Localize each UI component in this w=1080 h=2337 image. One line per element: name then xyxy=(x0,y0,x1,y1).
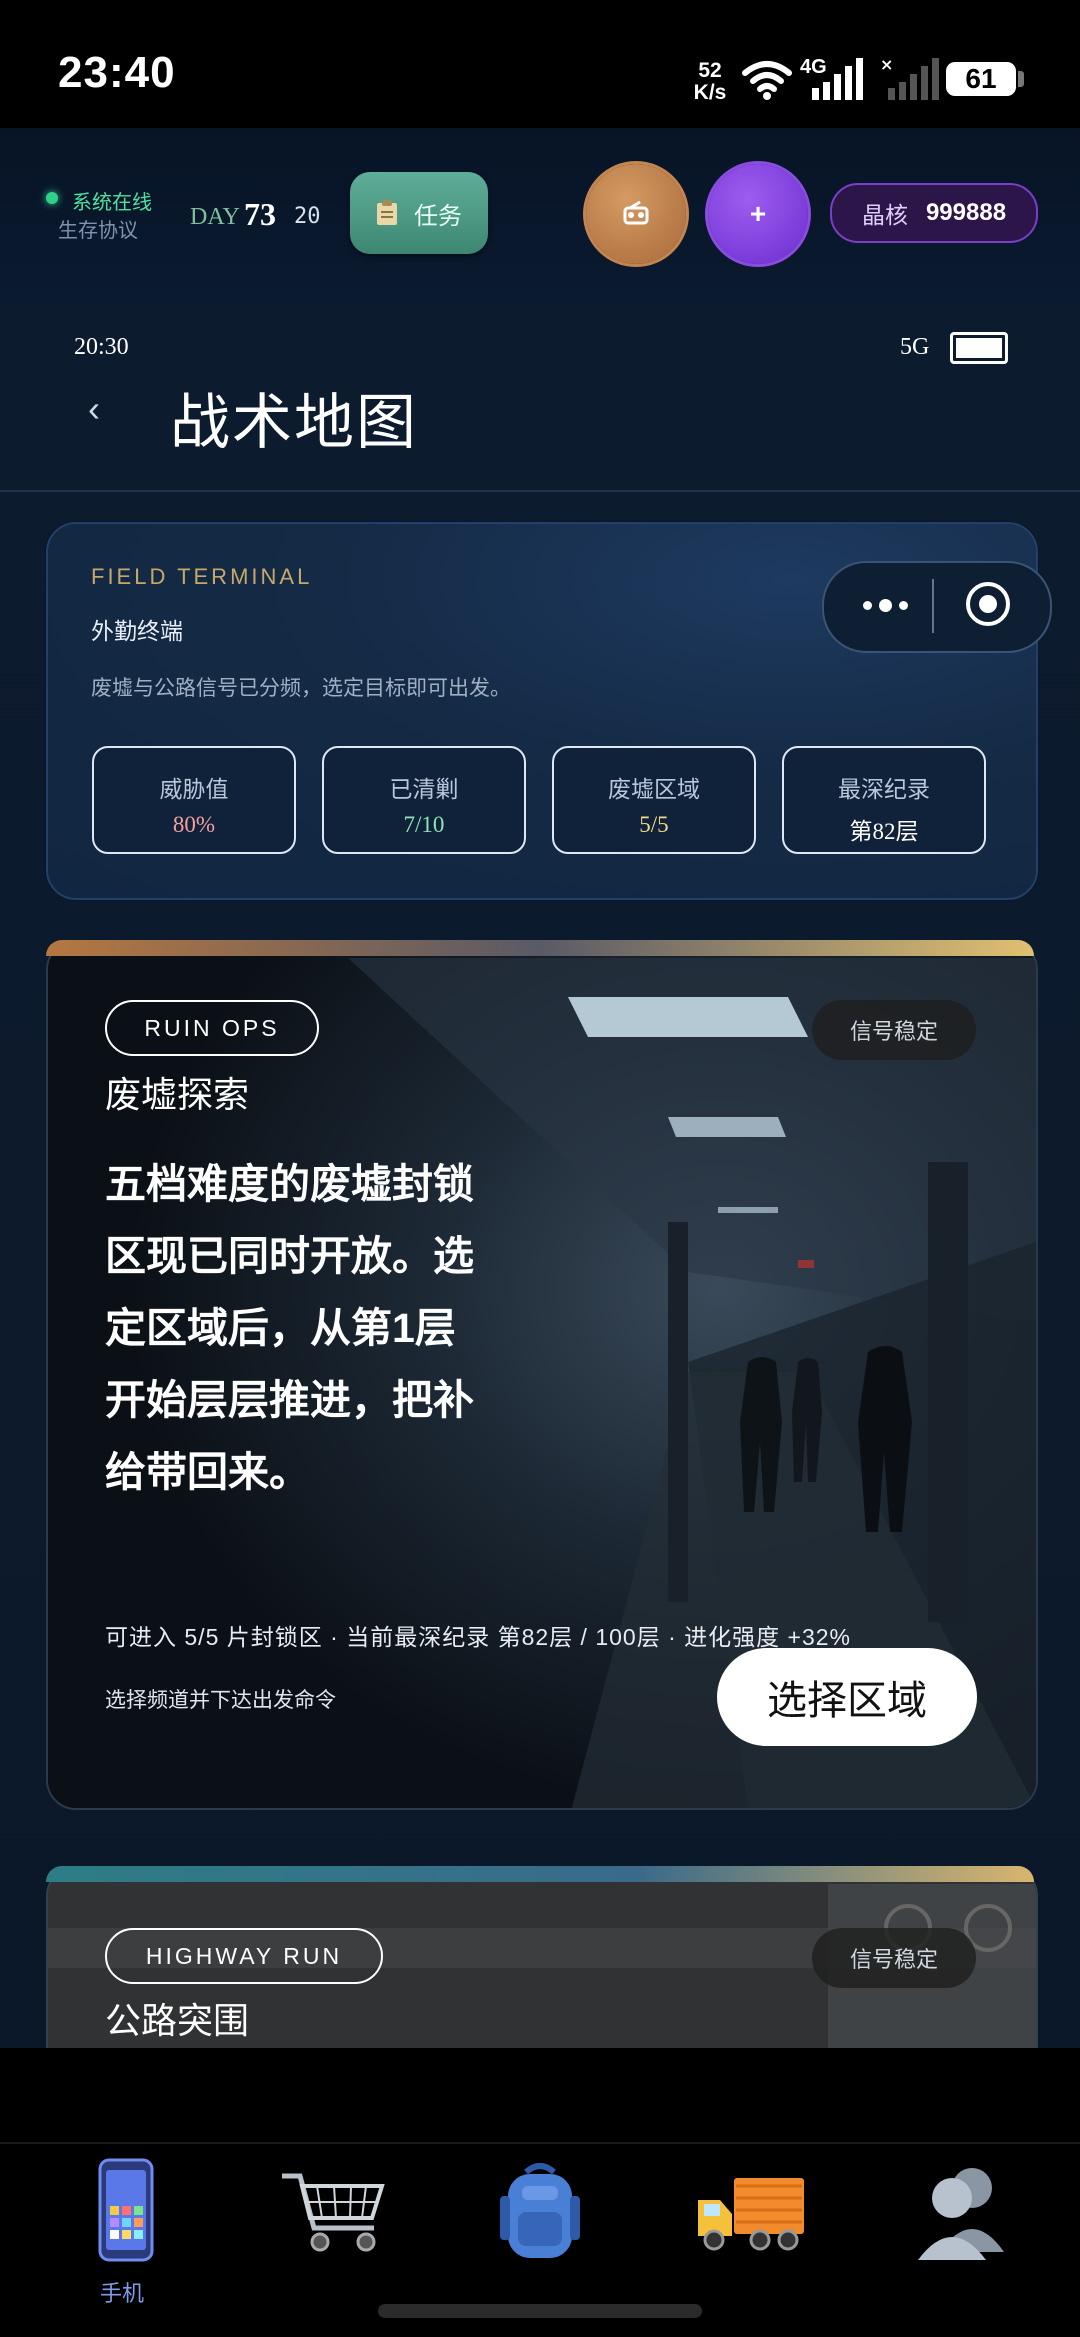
back-arrow-icon[interactable]: ‹ xyxy=(88,388,100,430)
online-status-text: 系统在线 xyxy=(72,192,152,214)
terminal-title: 外勤终端 xyxy=(91,618,183,644)
cellular-signal-2-icon: × xyxy=(880,58,939,100)
stat-ruin-zones: 废墟区域 5/5 xyxy=(552,746,756,854)
close-target-icon[interactable] xyxy=(966,582,1010,626)
online-status-dot xyxy=(46,192,58,204)
highway-card-accent-bar xyxy=(46,1866,1034,1882)
svg-text:×: × xyxy=(880,58,893,74)
task-button[interactable]: 任务 xyxy=(350,172,488,254)
ruin-meta-info: 可进入 5/5 片封锁区 · 当前最深纪录 第82层 / 100层 · 进化强度… xyxy=(105,1624,852,1650)
terminal-kicker: FIELD TERMINAL xyxy=(91,564,313,589)
radio-icon xyxy=(623,200,649,225)
stat-value: 5/5 xyxy=(639,812,669,837)
highway-title: 公路突围 xyxy=(105,2000,250,2041)
radio-button[interactable] xyxy=(586,164,686,264)
battery-icon: 61 xyxy=(946,62,1016,96)
phone-icon xyxy=(98,2158,154,2262)
battery-level: 61 xyxy=(965,63,997,94)
crystal-core-counter[interactable]: 晶核 999888 xyxy=(830,183,1038,243)
more-options-icon[interactable] xyxy=(850,584,920,626)
ruin-card-accent-bar xyxy=(46,940,1034,956)
title-divider xyxy=(0,490,1080,492)
highway-signal-badge: 信号稳定 xyxy=(812,1928,976,1988)
stat-label: 废墟区域 xyxy=(608,776,700,802)
highway-run-tag: HIGHWAY RUN xyxy=(105,1928,383,1984)
inner-status-time: 20:30 xyxy=(74,334,129,360)
net-speed-indicator: 52 K/s xyxy=(690,60,730,104)
home-indicator[interactable] xyxy=(378,2304,702,2318)
stat-threat: 威胁值 80% xyxy=(92,746,296,854)
net-speed-unit: K/s xyxy=(693,81,727,104)
stat-label: 最深纪录 xyxy=(838,776,930,802)
select-zone-button[interactable]: 选择区域 xyxy=(717,1648,977,1746)
stat-value: 7/10 xyxy=(403,812,445,837)
battery-tip xyxy=(1018,71,1024,87)
ruin-hint: 选择频道并下达出发命令 xyxy=(105,1689,336,1712)
nav-item-truck[interactable] xyxy=(680,2156,820,2316)
protocol-text: 生存协议 xyxy=(58,220,138,242)
stat-label: 威胁值 xyxy=(159,776,229,802)
nav-item-phone-label: 手机 xyxy=(100,2281,145,2306)
truck-icon xyxy=(698,2178,804,2251)
net-speed-value: 52 xyxy=(698,59,722,82)
crystal-core-label: 晶核 xyxy=(861,202,908,228)
cellular-signal-icon xyxy=(812,58,863,100)
ruin-description: 五档难度的废墟封锁区现已同时开放。选定区域后，从第1层开始层层推进，把补给带回来… xyxy=(105,1161,474,1495)
os-clock: 23:40 xyxy=(58,48,176,97)
shopping-cart-icon xyxy=(282,2173,385,2252)
nav-item-shop[interactable] xyxy=(262,2156,402,2316)
ruin-ops-tag: RUIN OPS xyxy=(105,1000,319,1056)
inner-battery-icon xyxy=(950,332,1008,364)
backpack-icon xyxy=(500,2163,580,2258)
stat-cleared: 已清剿 7/10 xyxy=(322,746,526,854)
nav-item-profile[interactable] xyxy=(888,2156,1028,2316)
day-label: DAY xyxy=(190,204,240,230)
stat-value: 第82层 xyxy=(849,819,919,844)
ruin-title: 废墟探索 xyxy=(105,1074,250,1115)
ruin-signal-badge: 信号稳定 xyxy=(812,1000,976,1060)
nav-item-backpack[interactable] xyxy=(470,2156,610,2316)
terminal-description: 废墟与公路信号已分频，选定目标即可出发。 xyxy=(91,677,511,700)
page-title: 战术地图 xyxy=(170,390,418,456)
nav-divider xyxy=(0,2142,1080,2144)
wifi-icon xyxy=(742,61,792,100)
day-value: 73 xyxy=(244,196,276,232)
capsule-divider xyxy=(932,579,934,633)
inner-status-network: 5G xyxy=(900,334,930,360)
task-button-label: 任务 xyxy=(414,202,462,230)
clipboard-icon xyxy=(377,200,397,225)
add-button[interactable]: + xyxy=(708,164,808,264)
profile-icon xyxy=(918,2168,1004,2260)
day-sub-value: 20 xyxy=(294,204,321,229)
stat-deepest-record: 最深纪录 第82层 xyxy=(782,746,986,854)
crystal-core-value: 999888 xyxy=(925,199,1007,226)
stat-label: 已清剿 xyxy=(389,776,459,802)
stat-value: 80% xyxy=(172,812,216,837)
